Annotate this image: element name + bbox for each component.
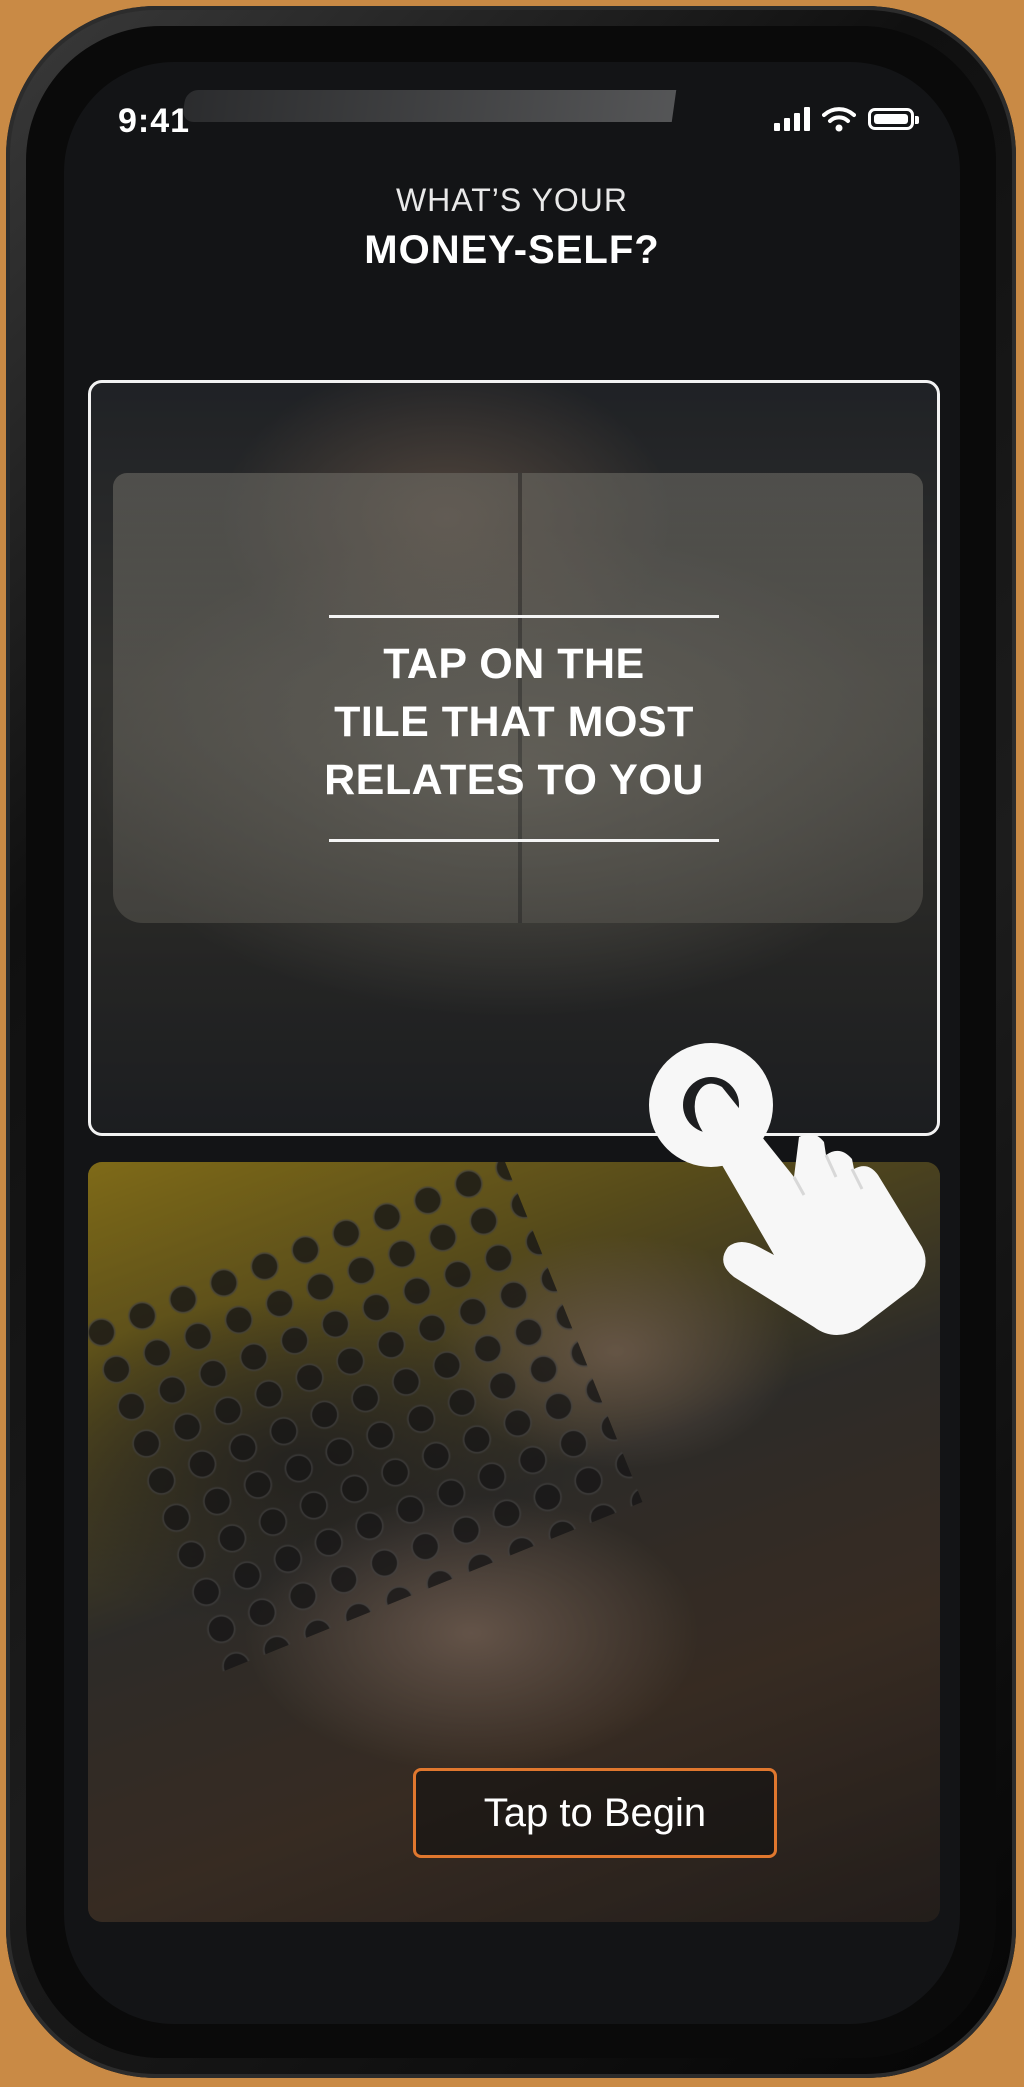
divider-top — [329, 615, 719, 618]
cellular-signal-icon — [774, 107, 810, 131]
option-tile-book[interactable]: TAP ON THE TILE THAT MOST RELATES TO YOU — [88, 380, 940, 1136]
phone-screen: 9:41 WHAT’S YOUR MONEY-SELF? TAP ON THE … — [64, 62, 960, 2024]
page-title: MONEY-SELF? — [364, 228, 660, 272]
status-icons — [774, 106, 919, 132]
divider-bottom — [329, 839, 719, 842]
header-subtitle: WHAT’S YOUR — [395, 182, 629, 218]
tap-to-begin-button[interactable]: Tap to Begin — [413, 1768, 777, 1858]
status-bar: 9:41 — [64, 62, 960, 192]
wifi-icon — [822, 107, 856, 132]
tap-hand-icon — [649, 1043, 926, 1336]
instruction-line-2: TILE THAT MOST — [334, 698, 694, 746]
status-time: 9:41 — [118, 102, 191, 140]
instruction-line-3: RELATES TO YOU — [324, 756, 704, 804]
battery-icon — [868, 108, 919, 130]
tile-instruction: TAP ON THE TILE THAT MOST RELATES TO YOU — [91, 635, 937, 809]
instruction-line-1: TAP ON THE — [383, 640, 645, 688]
